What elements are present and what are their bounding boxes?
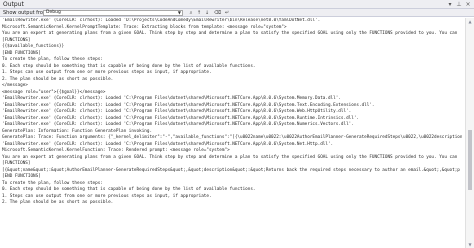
vertical-scrollbar[interactable]: ▲ ▼ [465,18,474,248]
find-icon[interactable]: ⌕ [188,10,194,16]
previous-message-icon[interactable]: ↑ [196,10,202,16]
output-line: [{&quot;name&quot;:&quot;AuthorEmailPlan… [2,167,460,173]
output-source-value: Debug [46,10,61,15]
output-source-select[interactable]: Debug ▼ [43,10,183,16]
output-toolbar: Show output from: Debug ▼ ⌕ ↑ ↓ ⌫ ↵ [0,9,474,17]
word-wrap-icon[interactable]: ↵ [224,10,230,16]
scroll-up-icon[interactable]: ▲ [466,18,474,25]
output-window-titlebar: Output ▾ ⊥ × [0,0,474,9]
output-line: You are an expert at generating plans fr… [2,154,458,160]
scrollbar-thumb[interactable] [468,130,472,190]
dropdown-icon[interactable]: ▾ [446,0,454,9]
output-line: GeneratePlan: Trace: Function arguments:… [2,135,462,140]
next-message-icon[interactable]: ↓ [204,10,210,16]
clear-all-icon[interactable]: ⌫ [214,10,221,16]
scroll-down-icon[interactable]: ▼ [466,241,474,248]
pin-icon[interactable]: ⊥ [455,0,463,9]
chevron-down-icon: ▼ [177,10,181,15]
output-text-area[interactable]: 'EmailRewriter.exe' (CoreCLR: clrhost): … [2,18,462,248]
window-title: Output [3,1,24,8]
close-icon[interactable]: × [464,0,472,9]
output-line: 2. The plan should be as short as possib… [2,200,114,205]
output-line: You are an expert at generating plans fr… [2,31,458,36]
